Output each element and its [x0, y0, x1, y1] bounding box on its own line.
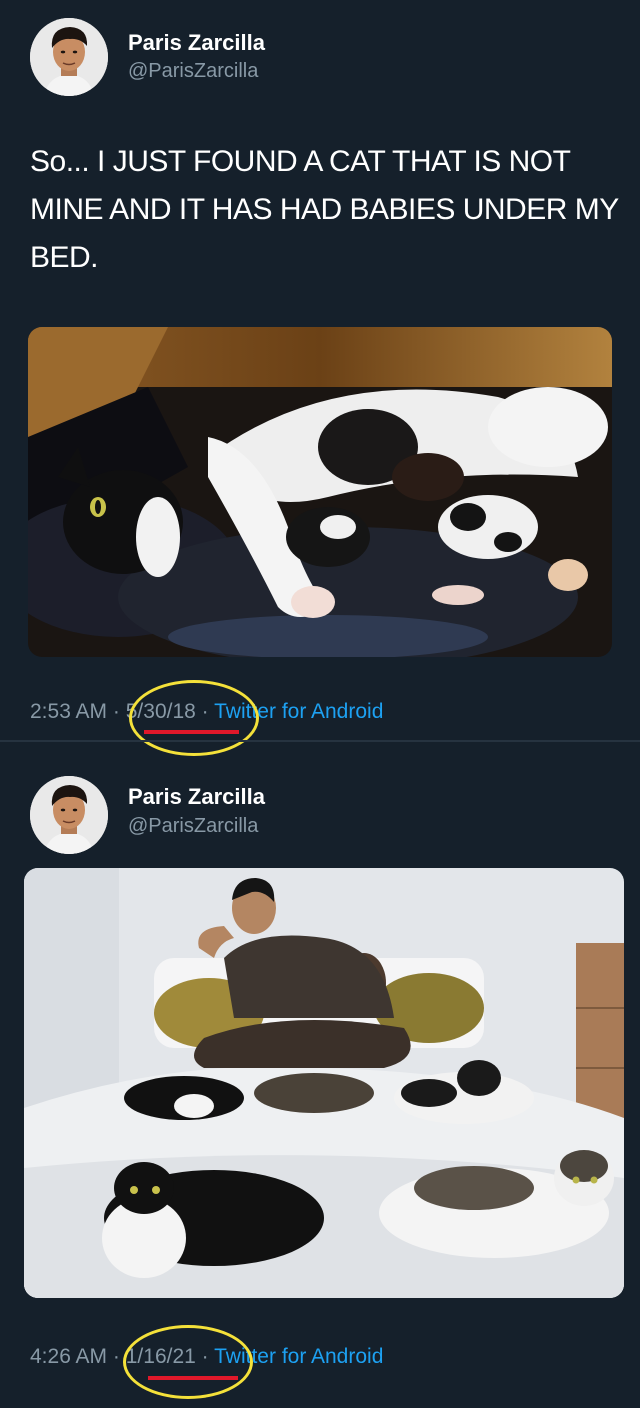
highlight-underline — [148, 1376, 238, 1380]
highlight-circle — [123, 1325, 253, 1399]
display-name[interactable]: Paris Zarcilla — [128, 784, 265, 810]
tweet-time[interactable]: 4:26 AM — [30, 1345, 107, 1368]
avatar[interactable] — [30, 776, 108, 854]
separator-dot: · — [112, 1345, 120, 1368]
tweet-time[interactable]: 2:53 AM — [30, 700, 107, 723]
tweet-photo-man-with-cats-on-bed[interactable] — [24, 868, 624, 1298]
display-name[interactable]: Paris Zarcilla — [128, 30, 265, 56]
tweet-photo-cat-with-kittens[interactable] — [28, 327, 612, 657]
separator-dot: · — [112, 700, 120, 723]
highlight-underline — [144, 730, 239, 734]
tweet-text: So... I JUST FOUND A CAT THAT IS NOT MIN… — [30, 145, 619, 274]
user-handle[interactable]: @ParisZarcilla — [128, 815, 258, 838]
user-handle[interactable]: @ParisZarcilla — [128, 60, 258, 83]
tweet-card[interactable]: Paris Zarcilla @ParisZarcilla So... I JU… — [0, 0, 640, 756]
avatar[interactable] — [30, 18, 108, 96]
tweet-card[interactable]: Paris Zarcilla @ParisZarcilla 4:26 AM · … — [0, 742, 640, 1408]
